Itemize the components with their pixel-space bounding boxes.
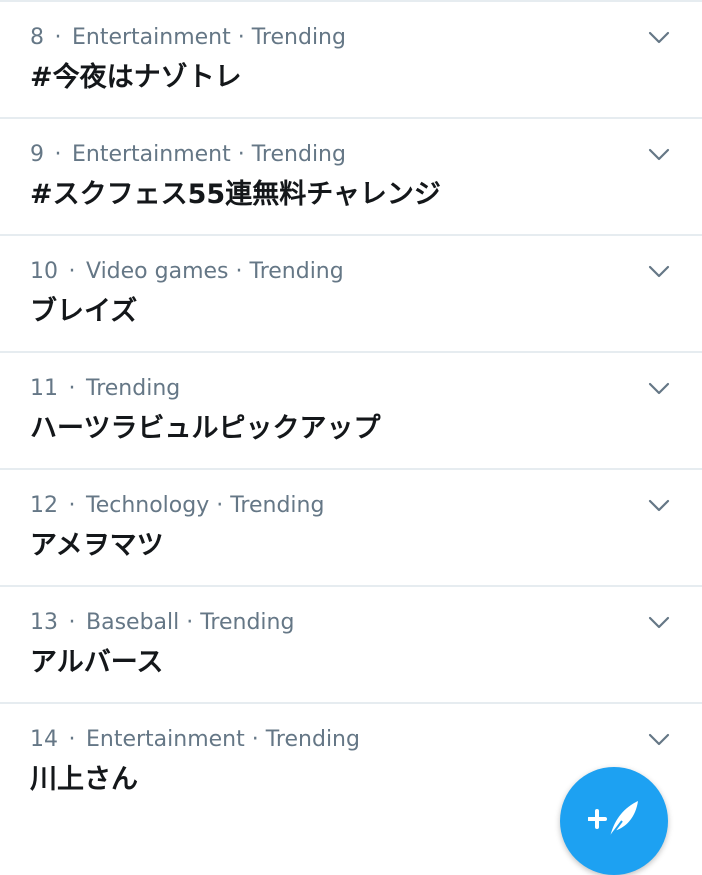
trend-title: ハーツラビュルピックアップ (30, 413, 381, 444)
trend-meta: 13 · Baseball · Trending (30, 609, 294, 637)
trend-title: #スクフェス55連無料チャレンジ (30, 179, 441, 210)
compose-tweet-icon (588, 801, 638, 838)
trend-separator: · (54, 142, 62, 167)
compose-tweet-button[interactable] (560, 767, 668, 875)
trend-meta: 9 · Entertainment · Trending (30, 141, 346, 169)
trends-list: 8 · Entertainment · Trending #今夜はナゾトレ 9 · En… (0, 0, 702, 819)
trend-title: #今夜はナゾトレ (30, 62, 242, 93)
trend-category: Entertainment · Trending (72, 142, 346, 167)
trend-meta: 12 · Technology · Trending (30, 492, 324, 520)
trend-item[interactable]: 10 · Video games · Trending ブレイズ (0, 234, 702, 351)
trend-item[interactable]: 9 · Entertainment · Trending #スクフェス55連無料チャ… (0, 117, 702, 234)
trend-separator: · (68, 376, 76, 401)
chevron-down-icon[interactable] (648, 728, 670, 750)
trend-category: Trending (86, 376, 181, 401)
trend-rank: 9 (30, 142, 44, 167)
chevron-down-icon[interactable] (648, 143, 670, 165)
trend-item[interactable]: 13 · Baseball · Trending アルバース (0, 585, 702, 702)
trend-separator: · (68, 610, 76, 635)
trend-meta: 10 · Video games · Trending (30, 258, 344, 286)
trend-meta: 8 · Entertainment · Trending (30, 24, 346, 52)
trend-item[interactable]: 11 · Trending ハーツラビュルピックアップ (0, 351, 702, 468)
chevron-down-icon[interactable] (648, 611, 670, 633)
trend-rank: 11 (30, 376, 58, 401)
trend-separator: · (68, 259, 76, 284)
trend-item[interactable]: 12 · Technology · Trending アメヲマツ (0, 468, 702, 585)
trend-rank: 14 (30, 727, 58, 752)
trend-rank: 10 (30, 259, 58, 284)
trend-title: アメヲマツ (30, 530, 164, 561)
trend-category: Baseball · Trending (86, 610, 295, 635)
trend-title: ブレイズ (30, 296, 138, 327)
trend-separator: · (68, 493, 76, 518)
trend-title: 川上さん (30, 764, 138, 795)
trend-rank: 8 (30, 25, 44, 50)
trend-category: Technology · Trending (86, 493, 325, 518)
trend-rank: 12 (30, 493, 58, 518)
chevron-down-icon[interactable] (648, 494, 670, 516)
trend-separator: · (68, 727, 76, 752)
trend-meta: 14 · Entertainment · Trending (30, 726, 360, 754)
trend-category: Video games · Trending (86, 259, 344, 284)
chevron-down-icon[interactable] (648, 260, 670, 282)
trend-meta: 11 · Trending (30, 375, 180, 403)
trend-item[interactable]: 8 · Entertainment · Trending #今夜はナゾトレ (0, 0, 702, 117)
trend-rank: 13 (30, 610, 58, 635)
trend-title: アルバース (30, 647, 164, 678)
trend-category: Entertainment · Trending (72, 25, 346, 50)
trend-separator: · (54, 25, 62, 50)
trend-category: Entertainment · Trending (86, 727, 360, 752)
chevron-down-icon[interactable] (648, 26, 670, 48)
chevron-down-icon[interactable] (648, 377, 670, 399)
